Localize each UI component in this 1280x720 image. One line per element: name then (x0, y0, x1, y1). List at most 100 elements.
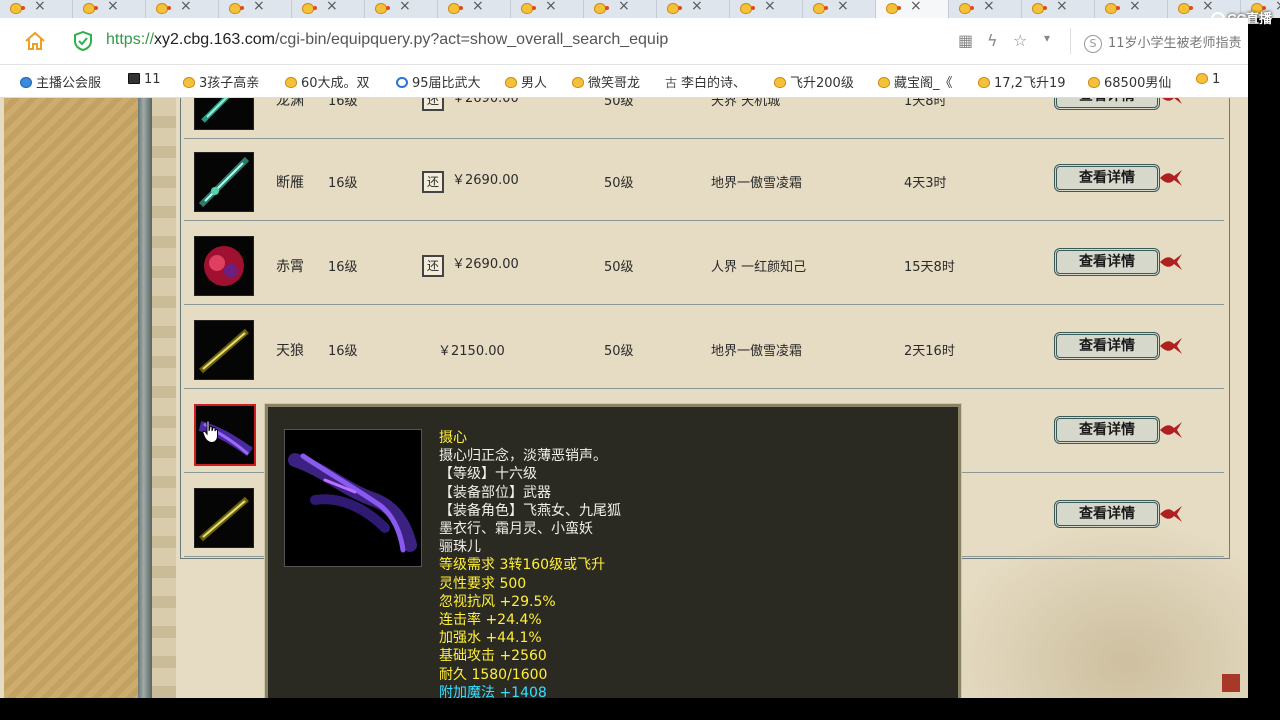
equipment-thumbnail[interactable] (194, 236, 254, 296)
browser-tab[interactable]: × (803, 0, 876, 18)
close-tab-icon[interactable]: × (545, 0, 557, 14)
item-server: 地界一傲雪凌霜 (711, 344, 803, 359)
bookmark-label: 藏宝阁_《 (894, 76, 953, 91)
view-details-button[interactable]: 查看详情 (1054, 164, 1160, 192)
item-remaining-time: 2天16时 (904, 344, 955, 359)
close-tab-icon[interactable]: × (107, 0, 119, 14)
table-row: 龙渊 16级 还 ￥2690.00 50级 天界 天机城 1天8时 查看详情 (184, 98, 1224, 139)
close-tab-icon[interactable]: × (983, 0, 995, 14)
browser-tab[interactable]: × (146, 0, 219, 18)
item-server: 天界 天机城 (711, 98, 781, 109)
tooltip-line: 【等级】十六级 (439, 466, 537, 483)
site-favicon-icon (83, 3, 98, 14)
chevron-down-icon[interactable]: ▾ (1044, 31, 1050, 45)
item-name: 天狼 (276, 343, 304, 359)
bookmark-item[interactable]: 17,2飞升19 (978, 72, 1066, 91)
bookmark-label: 11 (144, 72, 161, 87)
bookmark-label: 60大成。双 (301, 76, 370, 91)
address-bar-row: https://xy2.cbg.163.com/cgi-bin/equipque… (0, 18, 1248, 65)
secure-shield-icon[interactable] (74, 31, 92, 51)
table-row: 天狼 16级 ￥2150.00 50级 地界一傲雪凌霜 2天16时 查看详情 (184, 306, 1224, 389)
close-tab-icon[interactable]: × (472, 0, 484, 14)
bookmark-item[interactable]: 3孩子高亲 (183, 72, 259, 91)
browser-tab[interactable]: × (73, 0, 146, 18)
close-tab-icon[interactable]: × (691, 0, 703, 14)
bookmark-item[interactable]: 1 (1196, 72, 1220, 87)
item-price: ￥2690.00 (452, 98, 519, 106)
bookmark-favicon-icon: 古 (665, 76, 678, 90)
equipment-thumbnail[interactable] (194, 488, 254, 548)
item-remaining-time: 1天8时 (904, 98, 947, 109)
item-level: 16级 (328, 344, 358, 359)
bookmark-item[interactable]: 68500男仙 (1088, 72, 1171, 91)
browser-tab[interactable]: × (438, 0, 511, 18)
ribbon-ornament-icon (1160, 338, 1182, 354)
bookmark-favicon-icon (878, 77, 890, 88)
item-requirement: 50级 (604, 176, 634, 191)
browser-tab[interactable]: × (584, 0, 657, 18)
close-tab-icon[interactable]: × (764, 0, 776, 14)
bookmark-label: 17,2飞升19 (994, 76, 1066, 91)
equipment-thumbnail[interactable] (194, 98, 254, 130)
view-details-button[interactable]: 查看详情 (1054, 416, 1160, 444)
view-details-button[interactable]: 查看详情 (1054, 248, 1160, 276)
browser-tab[interactable]: × (511, 0, 584, 18)
bookmark-item[interactable]: 11 (128, 72, 161, 87)
close-tab-icon[interactable]: × (1275, 0, 1280, 14)
close-tab-icon[interactable]: × (34, 0, 46, 14)
lightning-icon[interactable]: ϟ (987, 31, 998, 50)
star-icon[interactable]: ☆ (1013, 31, 1027, 50)
table-row: 断雁 16级 还 ￥2690.00 50级 地界一傲雪凌霜 4天3时 查看详情 (184, 138, 1224, 221)
browser-tab[interactable]: × (1095, 0, 1168, 18)
close-tab-icon[interactable]: × (399, 0, 411, 14)
browser-tab[interactable]: × (876, 0, 949, 18)
bookmark-item[interactable]: 藏宝阁_《 (878, 72, 953, 91)
qr-code-icon[interactable]: ▦ (958, 31, 973, 50)
browser-tab[interactable]: × (657, 0, 730, 18)
close-tab-icon[interactable]: × (1056, 0, 1068, 14)
tooltip-line: 忽视抗风 +29.5% (439, 593, 556, 610)
browser-tab[interactable]: × (730, 0, 803, 18)
site-favicon-icon (959, 3, 974, 14)
bookmark-favicon-icon (978, 77, 990, 88)
ribbon-ornament-icon (1162, 98, 1182, 104)
scroll-frame (138, 98, 152, 698)
bookmark-item[interactable]: 男人 (505, 72, 547, 91)
close-tab-icon[interactable]: × (618, 0, 630, 14)
browser-tab[interactable]: × (0, 0, 73, 18)
address-separator (1070, 28, 1071, 54)
item-tooltip: 摄心 摄心归正念，淡薄恶销声。 【等级】十六级 【装备部位】武器 【装备角色】飞燕女、… (264, 403, 962, 705)
bookmark-item[interactable]: 95届比武大 (396, 72, 481, 91)
url-input[interactable]: https://xy2.cbg.163.com/cgi-bin/equipque… (106, 31, 668, 49)
bookmark-item[interactable]: 飞升200级 (774, 72, 854, 91)
tooltip-line: 加强水 +44.1% (439, 630, 542, 647)
item-name: 龙渊 (276, 98, 304, 109)
view-details-button[interactable]: 查看详情 (1054, 98, 1160, 110)
tooltip-text: 摄心 摄心归正念，淡薄恶销声。 【等级】十六级 【装备部位】武器 【装备角色】飞燕女、… (439, 429, 621, 702)
search-engine-icon: S (1084, 35, 1102, 53)
browser-tab[interactable]: × (949, 0, 1022, 18)
tooltip-line: 摄心归正念，淡薄恶销声。 (439, 448, 607, 465)
close-tab-icon[interactable]: × (837, 0, 849, 14)
equipment-thumbnail[interactable] (194, 320, 254, 380)
bookmark-favicon-icon (396, 77, 408, 88)
close-tab-icon[interactable]: × (1129, 0, 1141, 14)
close-tab-icon[interactable]: × (326, 0, 338, 14)
view-details-button[interactable]: 查看详情 (1054, 332, 1160, 360)
browser-tab[interactable]: × (219, 0, 292, 18)
equipment-thumbnail[interactable] (194, 152, 254, 212)
close-tab-icon[interactable]: × (910, 0, 922, 14)
bookmark-item[interactable]: 主播公会服 (20, 72, 101, 91)
bookmark-item[interactable]: 古李白的诗、 (665, 72, 746, 91)
bookmark-item[interactable]: 60大成。双 (285, 72, 370, 91)
browser-tab[interactable]: × (292, 0, 365, 18)
browser-tab[interactable]: × (1022, 0, 1095, 18)
search-suggestion[interactable]: S 11岁小学生被老师指责 (1084, 32, 1248, 53)
close-tab-icon[interactable]: × (180, 0, 192, 14)
item-name: 赤霄 (276, 259, 304, 275)
close-tab-icon[interactable]: × (253, 0, 265, 14)
bookmark-favicon-icon (20, 77, 32, 88)
browser-tab[interactable]: × (365, 0, 438, 18)
home-icon[interactable] (24, 31, 46, 51)
bookmark-item[interactable]: 微笑哥龙 (572, 72, 640, 91)
